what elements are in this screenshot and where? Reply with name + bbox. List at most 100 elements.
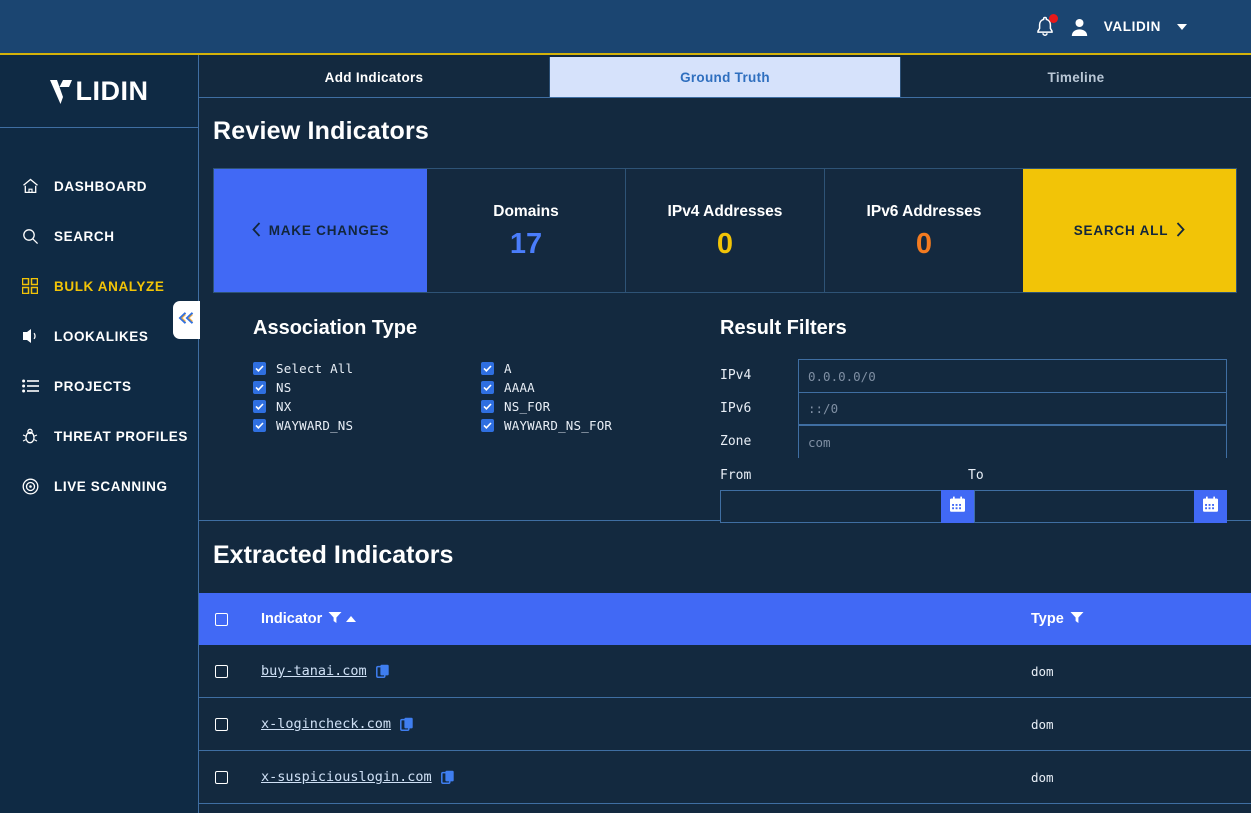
- indicator-link[interactable]: x-suspiciouslogin.com: [261, 769, 432, 785]
- checkbox-ns[interactable]: NS: [253, 378, 481, 397]
- tab-timeline[interactable]: Timeline: [901, 57, 1251, 97]
- copy-icon[interactable]: [375, 664, 390, 679]
- row-indicator-cell: x-suspiciouslogin.com: [244, 769, 1031, 785]
- association-type-column-left: Select All NS NX WAYWARD_NS: [253, 359, 481, 435]
- row-select-checkbox[interactable]: [215, 770, 228, 784]
- table-row[interactable]: x-suspiciouslogin.com dom: [199, 751, 1251, 804]
- checkbox-wayward-ns[interactable]: WAYWARD_NS: [253, 416, 481, 435]
- sidebar-item-threat-profiles[interactable]: THREAT PROFILES: [0, 411, 198, 461]
- checkbox-nx[interactable]: NX: [253, 397, 481, 416]
- sidebar-item-lookalikes[interactable]: LOOKALIKES: [0, 311, 198, 361]
- row-type-cell: dom: [1031, 716, 1054, 732]
- from-date-input[interactable]: [720, 490, 941, 523]
- filter-funnel-icon[interactable]: [1070, 611, 1084, 628]
- stat-label: IPv6 Addresses: [866, 202, 982, 220]
- sidebar-item-label: DASHBOARD: [54, 178, 148, 194]
- filter-funnel-icon[interactable]: [328, 611, 342, 628]
- top-header-bar: VALIDIN: [0, 0, 1251, 55]
- date-range-row: [720, 490, 1227, 523]
- row-type-cell: dom: [1031, 663, 1054, 679]
- select-all-rows-checkbox-cell: [199, 612, 244, 626]
- from-date-calendar-button[interactable]: [940, 490, 974, 523]
- list-icon: [21, 377, 39, 395]
- lookalikes-icon: [21, 327, 39, 345]
- sort-ascending-icon[interactable]: [346, 616, 357, 622]
- checkbox-wayward-ns-for[interactable]: WAYWARD_NS_FOR: [481, 416, 709, 435]
- sidebar-item-bulk-analyze[interactable]: BULK ANALYZE: [0, 261, 198, 311]
- make-changes-label: MAKE CHANGES: [268, 223, 390, 238]
- user-avatar-icon[interactable]: [1070, 16, 1090, 38]
- search-all-label: SEARCH ALL: [1073, 223, 1169, 238]
- chevron-down-icon[interactable]: [1177, 23, 1187, 30]
- filter-row-ipv6: IPv6: [720, 392, 1227, 425]
- tab-label: Add Indicators: [324, 69, 424, 85]
- filter-row-zone: Zone: [720, 425, 1227, 458]
- copy-icon[interactable]: [400, 717, 414, 732]
- indicator-link[interactable]: buy-tanai.com: [261, 663, 367, 679]
- sidebar-nav: DASHBOARD SEARCH BULK ANALYZE LOOKALIKES: [0, 128, 198, 511]
- notifications-bell-icon[interactable]: [1034, 13, 1058, 39]
- checkbox-checked-icon: [481, 419, 494, 432]
- sidebar-item-search[interactable]: SEARCH: [0, 211, 198, 261]
- association-type-title: Association Type: [253, 317, 418, 339]
- checkbox-label: NS_FOR: [504, 399, 551, 414]
- column-header-type-label: Type: [1031, 611, 1064, 627]
- from-date-group: [720, 490, 974, 523]
- brand-logo-text: LIDIN: [49, 76, 149, 107]
- select-all-rows-checkbox[interactable]: [215, 612, 228, 626]
- make-changes-button[interactable]: MAKE CHANGES: [214, 169, 427, 292]
- tab-add-indicators[interactable]: Add Indicators: [199, 57, 550, 97]
- copy-icon[interactable]: [440, 770, 455, 785]
- checkbox-label: NX: [276, 399, 292, 414]
- indicator-link[interactable]: x-logincheck.com: [261, 716, 391, 732]
- zone-filter-input[interactable]: [798, 425, 1227, 458]
- home-icon: [21, 177, 39, 195]
- page-title: Review Indicators: [213, 117, 429, 145]
- tab-ground-truth[interactable]: Ground Truth: [550, 57, 901, 97]
- user-menu-label[interactable]: VALIDIN: [1104, 19, 1161, 34]
- checkbox-ns-for[interactable]: NS_FOR: [481, 397, 709, 416]
- stat-ipv4-addresses: IPv4 Addresses 0: [626, 169, 825, 292]
- sidebar-item-live-scanning[interactable]: LIVE SCANNING: [0, 461, 198, 511]
- calendar-icon: [949, 496, 966, 518]
- row-select-checkbox[interactable]: [215, 664, 228, 678]
- ipv6-filter-input[interactable]: [798, 392, 1227, 425]
- filter-label-zone: Zone: [720, 434, 752, 449]
- checkbox-checked-icon: [481, 381, 494, 394]
- to-date-input[interactable]: [973, 490, 1194, 523]
- extracted-indicators-title: Extracted Indicators: [213, 541, 454, 569]
- sidebar-collapse-button[interactable]: [173, 301, 200, 339]
- sidebar: LIDIN DASHBOARD SEARCH BULK ANALYZE LOOK…: [0, 55, 199, 813]
- to-date-calendar-button[interactable]: [1194, 490, 1227, 523]
- sidebar-item-label: LOOKALIKES: [54, 328, 149, 344]
- column-header-indicator[interactable]: Indicator: [244, 611, 1031, 628]
- filter-row-ipv4: IPv4: [720, 359, 1227, 392]
- checkbox-label: Select All: [276, 361, 354, 376]
- row-select-checkbox[interactable]: [215, 717, 228, 731]
- table-row[interactable]: x-logincheck.com dom: [199, 698, 1251, 751]
- validin-v-mark-icon: [49, 78, 75, 104]
- association-type-checkbox-grid: Select All NS NX WAYWARD_NS A AAAA NS_FO…: [253, 359, 709, 435]
- brand-logo[interactable]: LIDIN: [0, 55, 198, 128]
- checkbox-a[interactable]: A: [481, 359, 709, 378]
- checkbox-aaaa[interactable]: AAAA: [481, 378, 709, 397]
- column-header-type[interactable]: Type: [1031, 611, 1251, 628]
- to-date-group: [973, 490, 1227, 523]
- from-label: From: [720, 468, 752, 483]
- checkbox-label: AAAA: [504, 380, 535, 395]
- filter-label-ipv6: IPv6: [720, 401, 752, 416]
- grid-icon: [21, 277, 39, 295]
- checkbox-select-all[interactable]: Select All: [253, 359, 481, 378]
- double-chevron-left-icon: [178, 311, 195, 330]
- table-header-row: Indicator Type: [199, 593, 1251, 645]
- stat-label: Domains: [493, 202, 559, 220]
- sidebar-item-dashboard[interactable]: DASHBOARD: [0, 161, 198, 211]
- table-row[interactable]: buy-tanai.com dom: [199, 645, 1251, 698]
- stat-value: 0: [915, 227, 933, 260]
- row-checkbox-cell: [199, 770, 244, 784]
- row-type-cell: dom: [1031, 769, 1054, 785]
- search-all-button[interactable]: SEARCH ALL: [1023, 169, 1236, 292]
- ipv4-filter-input[interactable]: [798, 359, 1227, 392]
- result-filters-panel: Result Filters IPv4 IPv6 Zone From To: [709, 317, 1251, 523]
- sidebar-item-projects[interactable]: PROJECTS: [0, 361, 198, 411]
